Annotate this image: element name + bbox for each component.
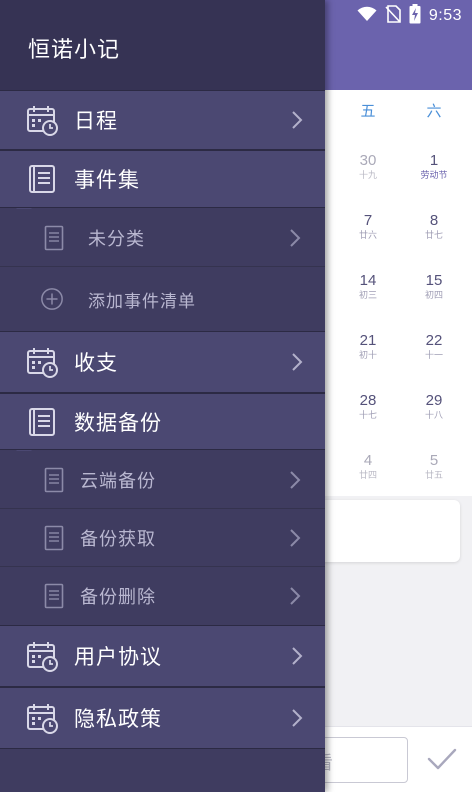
lunar-date: 十七 xyxy=(358,411,377,421)
lunar-date: 十八 xyxy=(424,411,443,421)
day-number: 29 xyxy=(425,392,443,409)
day-number: 28 xyxy=(359,392,377,409)
menu-item-label: 隐私政策 xyxy=(74,707,162,731)
calendar-day-cell[interactable]: 28 十七 xyxy=(338,392,398,422)
drawer-header: 恒诺小记 xyxy=(0,0,325,90)
chevron-right-icon xyxy=(289,470,301,490)
lunar-date: 廿六 xyxy=(358,231,377,241)
sub-item-backup-delete[interactable]: 备份删除 xyxy=(0,567,325,625)
calendar-day-cell[interactable]: 8 廿七 xyxy=(404,212,464,242)
chevron-right-icon xyxy=(291,708,303,728)
chevron-right-icon xyxy=(289,228,301,248)
calendar-clock-icon xyxy=(26,104,58,136)
day-number: 30 xyxy=(359,152,377,169)
calendar-day-cell[interactable]: 7 廿六 xyxy=(338,212,398,242)
calendar-day-cell[interactable]: 1 劳动节 xyxy=(404,152,464,182)
day-number: 1 xyxy=(429,152,439,169)
lunar-date: 十九 xyxy=(358,171,377,181)
calendar-clock-icon xyxy=(26,640,58,672)
notebook-icon xyxy=(26,406,58,438)
calendar-day-cell[interactable]: 29 十八 xyxy=(404,392,464,422)
calendar-clock-icon xyxy=(26,702,58,734)
wifi-icon xyxy=(357,6,377,26)
day-number: 8 xyxy=(429,212,439,229)
menu-item-privacy-policy[interactable]: 隐私政策 xyxy=(0,687,325,749)
navigation-drawer: 恒诺小记 日程 事件集 未分类 添加事件清单 收支 数据备份 云端备份 备份获取… xyxy=(0,0,325,792)
sub-item-cloud-backup[interactable]: 云端备份 xyxy=(0,451,325,509)
day-number: 21 xyxy=(359,332,377,349)
calendar-day-cell[interactable]: 15 初四 xyxy=(404,272,464,302)
chevron-right-icon xyxy=(291,646,303,666)
day-number: 4 xyxy=(363,452,373,469)
status-time: 9:53 xyxy=(428,7,462,24)
sub-item-add-event-list[interactable]: 添加事件清单 xyxy=(0,267,325,331)
menu-item-income-expense[interactable]: 收支 xyxy=(0,331,325,393)
sub-item-backup-fetch[interactable]: 备份获取 xyxy=(0,509,325,567)
calendar-day-cell[interactable]: 21 初十 xyxy=(338,332,398,362)
document-icon xyxy=(42,524,66,552)
menu-item-user-agreement[interactable]: 用户协议 xyxy=(0,625,325,687)
sub-item-uncategorized[interactable]: 未分类 xyxy=(0,209,325,267)
menu-item-data-backup[interactable]: 数据备份 xyxy=(0,393,325,450)
document-icon xyxy=(42,582,66,610)
lunar-date: 廿五 xyxy=(424,471,443,481)
day-number: 14 xyxy=(359,272,377,289)
sub-item-label: 添加事件清单 xyxy=(88,291,196,312)
checkmark-icon xyxy=(427,747,457,775)
chevron-right-icon xyxy=(291,110,303,130)
lunar-date: 初十 xyxy=(358,351,377,361)
sub-item-label: 备份获取 xyxy=(80,528,156,550)
sub-item-label: 云端备份 xyxy=(80,470,156,492)
sub-item-label: 未分类 xyxy=(88,228,145,250)
document-icon xyxy=(42,466,66,494)
menu-item-label: 用户协议 xyxy=(74,645,162,669)
lunar-date: 初三 xyxy=(358,291,377,301)
calendar-clock-icon xyxy=(26,346,58,378)
battery-charging-icon xyxy=(409,4,421,28)
drawer-title: 恒诺小记 xyxy=(28,38,121,63)
weekday-fri: 五 xyxy=(360,102,376,120)
no-sim-icon xyxy=(385,5,401,27)
confirm-button[interactable] xyxy=(420,742,464,780)
calendar-day-cell[interactable]: 4 廿四 xyxy=(338,452,398,482)
weekday-sat: 六 xyxy=(426,102,442,120)
lunar-date: 廿七 xyxy=(424,231,443,241)
menu-item-label: 数据备份 xyxy=(74,410,162,435)
chevron-right-icon xyxy=(291,352,303,372)
plus-circle-icon xyxy=(40,285,64,313)
menu-item-schedule[interactable]: 日程 xyxy=(0,90,325,150)
chevron-right-icon xyxy=(289,586,301,606)
menu-item-event-sets[interactable]: 事件集 xyxy=(0,150,325,208)
day-number: 7 xyxy=(363,212,373,229)
lunar-date: 十一 xyxy=(424,351,443,361)
menu-item-label: 事件集 xyxy=(74,168,140,192)
document-icon xyxy=(42,224,66,252)
day-number: 15 xyxy=(425,272,443,289)
menu-item-label: 日程 xyxy=(74,109,118,133)
calendar-day-cell[interactable]: 5 廿五 xyxy=(404,452,464,482)
chevron-right-icon xyxy=(289,528,301,548)
day-number: 22 xyxy=(425,332,443,349)
lunar-date: 初四 xyxy=(424,291,443,301)
sub-item-label: 备份删除 xyxy=(80,587,156,608)
calendar-day-cell[interactable]: 30 十九 xyxy=(338,152,398,182)
calendar-day-cell[interactable]: 22 十一 xyxy=(404,332,464,362)
status-bar: 9:53 xyxy=(357,4,462,28)
day-number: 5 xyxy=(429,452,439,469)
lunar-date: 廿四 xyxy=(358,471,377,481)
lunar-date: 劳动节 xyxy=(420,171,448,181)
menu-item-label: 收支 xyxy=(74,351,118,375)
notebook-icon xyxy=(26,163,58,195)
calendar-day-cell[interactable]: 14 初三 xyxy=(338,272,398,302)
